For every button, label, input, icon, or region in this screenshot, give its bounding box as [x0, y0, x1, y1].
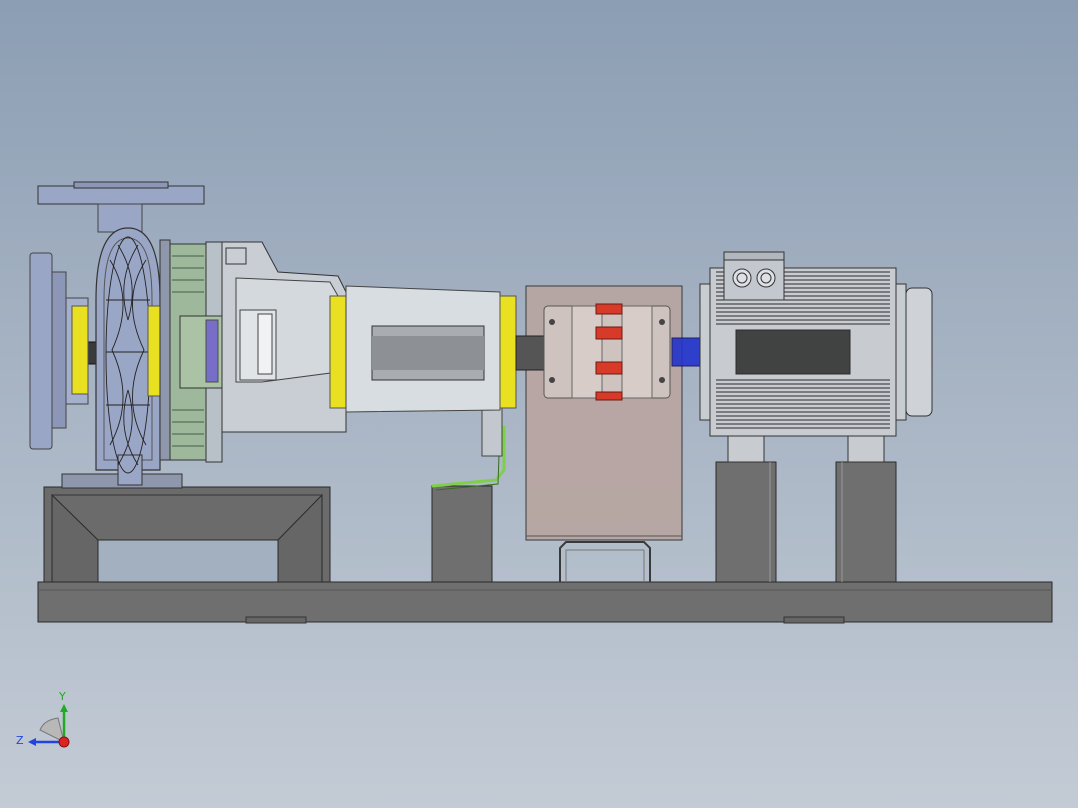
y-axis-arrow	[60, 704, 68, 712]
motor-terminal-box[interactable]	[723, 251, 785, 301]
guard-support[interactable]	[559, 541, 651, 582]
pump-assembly-model[interactable]	[0, 0, 1078, 808]
bracket-support[interactable]	[431, 405, 506, 583]
casing-cover[interactable]	[147, 239, 233, 463]
z-axis-arrow	[28, 738, 36, 746]
y-axis-label: Y	[58, 690, 66, 703]
cad-viewport[interactable]: Y Z	[0, 0, 1078, 808]
base-frame[interactable]	[37, 581, 1053, 624]
motor-feet[interactable]	[727, 435, 885, 463]
coordinate-triad[interactable]: Y Z	[0, 680, 90, 760]
z-axis-label: Z	[16, 734, 24, 747]
discharge-flange[interactable]	[37, 181, 205, 233]
pump-support[interactable]	[43, 473, 331, 583]
x-axis-dot	[58, 736, 70, 748]
bearing-housing[interactable]	[345, 285, 517, 413]
suction-flange[interactable]	[29, 252, 89, 450]
motor-supports[interactable]	[715, 461, 897, 583]
bearing-bracket[interactable]	[221, 241, 347, 433]
